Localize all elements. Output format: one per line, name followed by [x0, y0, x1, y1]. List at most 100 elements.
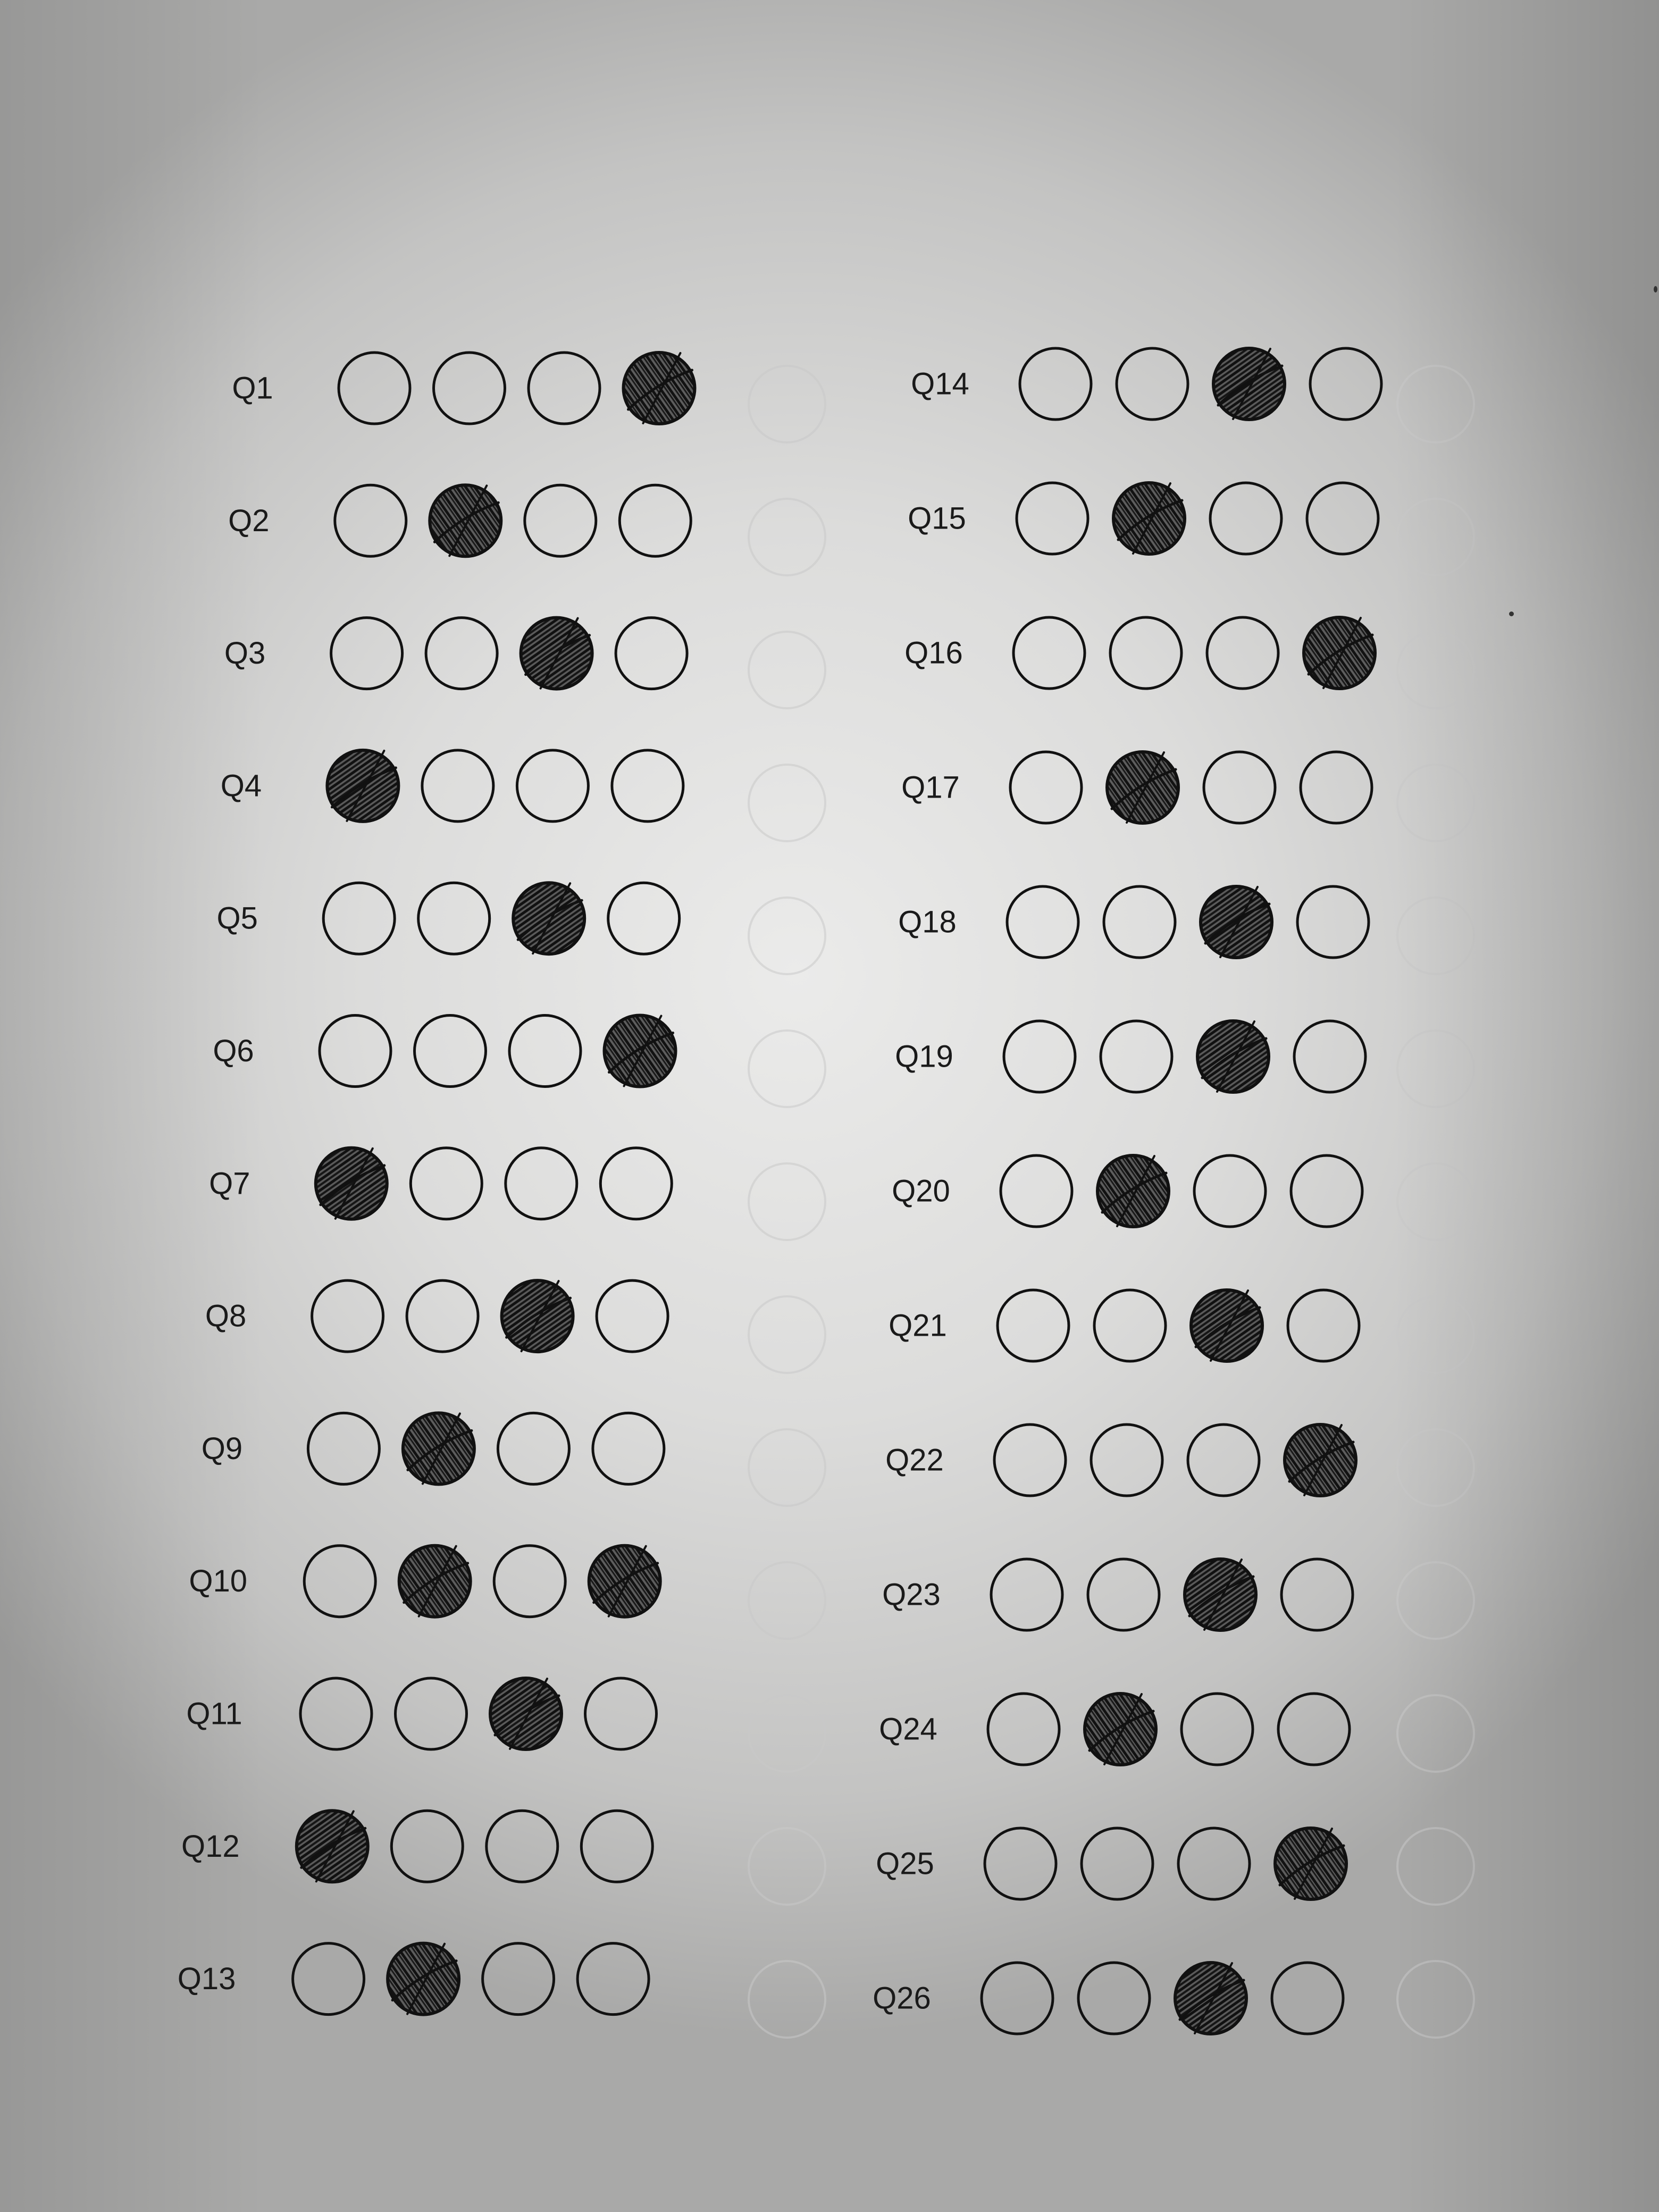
answer-bubble-filled[interactable] [1183, 1557, 1258, 1632]
answer-bubble-filled[interactable] [386, 1941, 461, 2016]
answer-bubble-empty[interactable] [614, 616, 689, 691]
answer-bubble-empty[interactable] [303, 1544, 377, 1619]
answer-bubble-empty[interactable] [1012, 616, 1086, 690]
answer-bubble-filled[interactable] [1199, 885, 1273, 959]
answer-bubble-empty[interactable] [330, 616, 404, 691]
answer-bubble-empty[interactable] [1109, 616, 1183, 690]
answer-bubble-filled[interactable] [1273, 1826, 1348, 1901]
answer-bubble-empty[interactable] [409, 1146, 483, 1221]
answer-bubble-filled[interactable] [1105, 750, 1180, 825]
answer-bubble-filled[interactable] [512, 881, 586, 956]
answer-bubble-empty[interactable] [1180, 1692, 1254, 1766]
answer-bubble-empty[interactable] [595, 1279, 669, 1353]
answer-bubble-empty[interactable] [610, 749, 685, 823]
answer-bubble-empty[interactable] [291, 1942, 366, 2016]
answer-bubble-empty[interactable] [523, 483, 598, 558]
answer-bubble-empty[interactable] [504, 1146, 579, 1221]
answer-bubble-empty[interactable] [1309, 347, 1383, 421]
answer-bubble-empty[interactable] [481, 1942, 556, 2016]
answer-bubble-empty[interactable] [983, 1826, 1058, 1901]
answer-bubble-filled[interactable] [489, 1677, 563, 1751]
answer-bubble-empty[interactable] [980, 1961, 1054, 2035]
answer-bubble-empty[interactable] [584, 1677, 658, 1751]
answer-bubble-empty[interactable] [1296, 885, 1370, 959]
answer-bubble-filled[interactable] [500, 1279, 575, 1354]
answer-bubble-filled[interactable] [1212, 347, 1286, 421]
answer-bubble-filled[interactable] [1196, 1019, 1270, 1094]
answer-bubble-empty[interactable] [405, 1279, 480, 1353]
answer-bubble-empty[interactable] [599, 1146, 673, 1221]
answer-bubble-empty[interactable] [1006, 885, 1080, 959]
answer-bubble-empty[interactable] [1205, 616, 1280, 690]
answer-bubble-empty[interactable] [1093, 1288, 1167, 1363]
answer-bubble-filled[interactable] [1083, 1692, 1158, 1766]
answer-bubble-empty[interactable] [1202, 750, 1277, 825]
answer-bubble-empty[interactable] [390, 1809, 464, 1883]
answer-bubble-filled[interactable] [397, 1544, 472, 1619]
answer-bubble-filled[interactable] [602, 1013, 677, 1088]
answer-bubble-empty[interactable] [1009, 750, 1083, 825]
answer-bubble-filled[interactable] [1096, 1154, 1170, 1228]
answer-bubble-filled[interactable] [587, 1544, 662, 1619]
answer-bubble-empty[interactable] [1299, 750, 1373, 825]
answer-bubble-empty[interactable] [1186, 1423, 1261, 1497]
answer-bubble-empty[interactable] [1286, 1288, 1361, 1363]
answer-bubble-empty[interactable] [618, 483, 692, 558]
answer-bubble-filled[interactable] [428, 483, 503, 558]
answer-bubble-empty[interactable] [394, 1677, 468, 1751]
answer-bubble-filled[interactable] [1283, 1423, 1358, 1497]
answer-bubble-empty[interactable] [1002, 1019, 1077, 1094]
answer-bubble-empty[interactable] [990, 1557, 1064, 1632]
answer-bubble-empty[interactable] [607, 881, 681, 956]
answer-bubble-filled[interactable] [1302, 616, 1377, 690]
answer-bubble-empty[interactable] [1077, 1961, 1151, 2035]
answer-bubble-filled[interactable] [622, 351, 697, 425]
answer-bubble-empty[interactable] [1018, 347, 1093, 421]
answer-bubble-empty[interactable] [993, 1423, 1067, 1497]
answer-bubble-empty[interactable] [1115, 347, 1189, 421]
answer-bubble-filled[interactable] [1112, 481, 1186, 556]
answer-bubble-empty[interactable] [527, 351, 601, 425]
answer-bubble-empty[interactable] [421, 749, 495, 823]
answer-bubble-empty[interactable] [496, 1411, 571, 1486]
answer-bubble-empty[interactable] [424, 616, 499, 691]
answer-bubble-empty[interactable] [432, 351, 506, 425]
answer-bubble-empty[interactable] [306, 1411, 381, 1486]
answer-bubble-filled[interactable] [314, 1146, 389, 1221]
answer-bubble-empty[interactable] [485, 1809, 559, 1883]
answer-bubble-empty[interactable] [1090, 1423, 1164, 1497]
answer-bubble-filled[interactable] [325, 748, 400, 823]
answer-bubble-filled[interactable] [1174, 1961, 1248, 2035]
answer-bubble-empty[interactable] [311, 1279, 385, 1353]
answer-bubble-empty[interactable] [1102, 885, 1177, 959]
answer-bubble-filled[interactable] [295, 1809, 370, 1884]
answer-bubble-filled[interactable] [1189, 1288, 1264, 1363]
answer-bubble-empty[interactable] [1209, 481, 1283, 556]
answer-bubble-empty[interactable] [299, 1677, 373, 1751]
answer-bubble-empty[interactable] [580, 1809, 654, 1883]
answer-bubble-empty[interactable] [1086, 1557, 1161, 1632]
answer-bubble-empty[interactable] [591, 1411, 666, 1486]
answer-bubble-empty[interactable] [318, 1014, 392, 1088]
answer-bubble-empty[interactable] [1177, 1826, 1251, 1901]
answer-bubble-empty[interactable] [1099, 1019, 1174, 1094]
answer-bubble-empty[interactable] [1193, 1154, 1267, 1228]
answer-bubble-empty[interactable] [1277, 1692, 1351, 1766]
answer-bubble-filled[interactable] [519, 616, 594, 691]
answer-bubble-empty[interactable] [1015, 481, 1090, 556]
answer-bubble-empty[interactable] [1280, 1557, 1354, 1632]
answer-bubble-empty[interactable] [413, 1014, 487, 1088]
answer-bubble-empty[interactable] [996, 1288, 1070, 1363]
answer-bubble-empty[interactable] [999, 1154, 1074, 1228]
answer-bubble-empty[interactable] [492, 1544, 567, 1619]
answer-bubble-empty[interactable] [576, 1942, 650, 2016]
answer-bubble-empty[interactable] [1305, 481, 1380, 556]
answer-bubble-empty[interactable] [322, 881, 396, 956]
answer-bubble-empty[interactable] [986, 1692, 1061, 1766]
answer-bubble-empty[interactable] [1080, 1826, 1154, 1901]
answer-bubble-filled[interactable] [401, 1411, 476, 1486]
answer-bubble-empty[interactable] [337, 351, 412, 425]
answer-bubble-empty[interactable] [333, 483, 408, 558]
answer-bubble-empty[interactable] [515, 749, 590, 823]
answer-bubble-empty[interactable] [1289, 1154, 1364, 1228]
